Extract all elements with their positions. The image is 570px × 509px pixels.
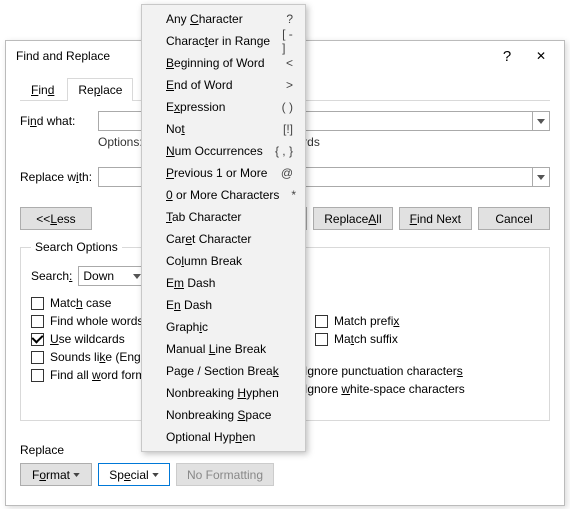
special-menu-item[interactable]: Num Occurrences{ , } — [144, 140, 303, 162]
menu-item-accelerator: > — [274, 78, 293, 92]
format-button[interactable]: Format — [20, 463, 92, 486]
search-direction-select[interactable]: Down — [78, 266, 146, 286]
menu-caret-icon — [152, 473, 159, 477]
replace-with-label: Replace with: — [20, 170, 98, 184]
help-icon: ? — [503, 48, 511, 65]
special-menu-item[interactable]: Manual Line Break — [144, 338, 303, 360]
special-menu-item[interactable]: Caret Character — [144, 228, 303, 250]
menu-item-accelerator: ? — [274, 12, 293, 26]
match-suffix-checkbox[interactable] — [315, 333, 328, 346]
special-menu-item[interactable]: Tab Character — [144, 206, 303, 228]
find-what-label: Find what: — [20, 114, 98, 128]
special-menu-item[interactable]: Beginning of Word< — [144, 52, 303, 74]
word-forms-checkbox[interactable] — [31, 369, 44, 382]
special-menu-item[interactable]: Expression( ) — [144, 96, 303, 118]
menu-caret-icon — [73, 473, 80, 477]
special-menu-item[interactable]: Previous 1 or More@ — [144, 162, 303, 184]
use-wildcards-label: Use wildcards — [50, 332, 125, 346]
menu-item-label: Any Character — [166, 12, 274, 26]
menu-item-accelerator: @ — [269, 166, 293, 180]
use-wildcards-checkbox[interactable] — [31, 333, 44, 346]
menu-item-label: Manual Line Break — [166, 342, 293, 356]
tab-replace[interactable]: Replace — [67, 78, 133, 101]
menu-item-accelerator: [ - ] — [270, 27, 293, 55]
special-button[interactable]: Special — [98, 463, 170, 486]
cancel-button[interactable]: Cancel — [478, 207, 550, 230]
menu-item-label: Character in Range — [166, 34, 270, 48]
no-formatting-button[interactable]: No Formatting — [176, 463, 274, 486]
menu-item-label: Page / Section Break — [166, 364, 293, 378]
special-menu-item[interactable]: Not[!] — [144, 118, 303, 140]
special-menu-item[interactable]: 0 or More Characters* — [144, 184, 303, 206]
menu-item-label: En Dash — [166, 298, 293, 312]
special-menu: Any Character?Character in Range[ - ]Beg… — [141, 4, 306, 452]
menu-item-label: Tab Character — [166, 210, 293, 224]
special-menu-item[interactable]: End of Word> — [144, 74, 303, 96]
find-next-button[interactable]: Find Next — [399, 207, 472, 230]
search-options-legend: Search Options — [31, 240, 122, 254]
menu-item-label: Previous 1 or More — [166, 166, 269, 180]
chevron-down-icon — [537, 119, 545, 124]
menu-item-label: Not — [166, 122, 271, 136]
ignore-punctuation-label: Ignore punctuation characters — [304, 364, 463, 378]
menu-item-label: Expression — [166, 100, 270, 114]
menu-item-label: 0 or More Characters — [166, 188, 279, 202]
menu-item-label: Num Occurrences — [166, 144, 263, 158]
menu-item-accelerator: < — [274, 56, 293, 70]
search-direction-label: Search: — [31, 269, 72, 283]
special-menu-item[interactable]: Graphic — [144, 316, 303, 338]
menu-item-label: Em Dash — [166, 276, 293, 290]
menu-item-label: Graphic — [166, 320, 293, 334]
chevron-down-icon — [537, 175, 545, 180]
match-case-checkbox[interactable] — [31, 297, 44, 310]
special-menu-item[interactable]: Page / Section Break — [144, 360, 303, 382]
menu-item-label: Nonbreaking Space — [166, 408, 293, 422]
menu-item-label: End of Word — [166, 78, 274, 92]
special-menu-item[interactable]: Nonbreaking Space — [144, 404, 303, 426]
ignore-whitespace-label: Ignore white-space characters — [304, 382, 465, 396]
menu-item-label: Nonbreaking Hyphen — [166, 386, 293, 400]
menu-item-label: Beginning of Word — [166, 56, 274, 70]
options-label: Options: — [98, 135, 143, 149]
menu-item-label: Column Break — [166, 254, 293, 268]
find-what-history-dropdown[interactable] — [532, 111, 550, 131]
replace-all-button[interactable]: Replace All — [313, 207, 392, 230]
special-menu-item[interactable]: Em Dash — [144, 272, 303, 294]
menu-item-accelerator: ( ) — [270, 100, 293, 114]
replace-with-history-dropdown[interactable] — [532, 167, 550, 187]
menu-item-accelerator: * — [279, 188, 296, 202]
menu-item-accelerator: [!] — [271, 122, 293, 136]
close-icon: ✕ — [536, 49, 546, 63]
special-menu-item[interactable]: Character in Range[ - ] — [144, 30, 303, 52]
menu-item-label: Caret Character — [166, 232, 293, 246]
special-menu-item[interactable]: Optional Hyphen — [144, 426, 303, 448]
close-button[interactable]: ✕ — [524, 44, 558, 68]
match-suffix-label: Match suffix — [334, 332, 398, 346]
sounds-like-checkbox[interactable] — [31, 351, 44, 364]
special-menu-item[interactable]: En Dash — [144, 294, 303, 316]
menu-item-label: Optional Hyphen — [166, 430, 293, 444]
special-menu-item[interactable]: Nonbreaking Hyphen — [144, 382, 303, 404]
less-button[interactable]: << Less — [20, 207, 92, 230]
whole-words-checkbox[interactable] — [31, 315, 44, 328]
special-menu-item[interactable]: Column Break — [144, 250, 303, 272]
menu-item-accelerator: { , } — [263, 144, 293, 158]
tab-find[interactable]: Find — [20, 78, 65, 101]
match-prefix-checkbox[interactable] — [315, 315, 328, 328]
help-button[interactable]: ? — [490, 44, 524, 68]
match-prefix-label: Match prefix — [334, 314, 399, 328]
match-case-label: Match case — [50, 296, 111, 310]
